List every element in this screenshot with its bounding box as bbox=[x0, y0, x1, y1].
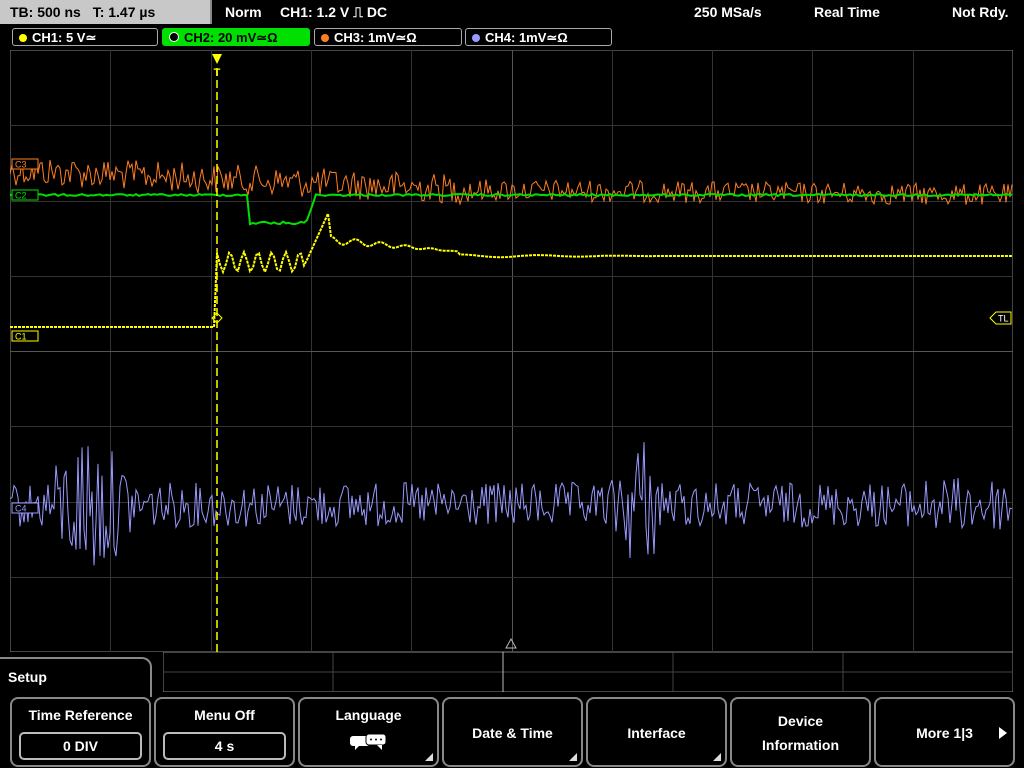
trigger-marker-label: T bbox=[214, 67, 221, 79]
device-information-label-1: Device bbox=[777, 713, 824, 729]
channel-4-dot-icon bbox=[472, 34, 480, 42]
timebase-box[interactable]: TB: 500 ns T: 1.47 µs bbox=[0, 0, 212, 24]
channel-2-offset-marker[interactable]: C2 bbox=[11, 189, 39, 201]
waveform-display[interactable]: T C3 C2 C1 C4 TL bbox=[10, 50, 1013, 652]
date-time-label: Date & Time bbox=[472, 725, 553, 741]
submenu-indicator-icon bbox=[569, 753, 577, 761]
status-bar: TB: 500 ns T: 1.47 µs Norm CH1: 1.2 V ⎍ … bbox=[0, 0, 1024, 24]
channel-3-tab[interactable]: CH3: 1mV≃Ω bbox=[314, 28, 462, 46]
speech-bubbles-icon bbox=[350, 733, 387, 750]
timebase-label: TB: 500 ns bbox=[10, 4, 81, 20]
time-reference-value: 0 DIV bbox=[19, 732, 142, 760]
interface-softkey[interactable]: Interface bbox=[586, 697, 727, 767]
menu-off-value: 4 s bbox=[163, 732, 286, 760]
next-page-arrow-icon bbox=[999, 727, 1007, 739]
menu-off-softkey[interactable]: Menu Off 4 s bbox=[154, 697, 295, 767]
svg-text:C1: C1 bbox=[15, 332, 27, 342]
acquisition-mode-label: Real Time bbox=[814, 4, 880, 20]
lower-grid-area bbox=[163, 652, 1013, 692]
channel-1-dot-icon bbox=[19, 34, 27, 42]
channel-4-tab[interactable]: CH4: 1mV≃Ω bbox=[465, 28, 612, 46]
submenu-indicator-icon bbox=[713, 753, 721, 761]
channel-1-label: CH1: 5 V≃ bbox=[32, 30, 97, 45]
menu-title: Setup bbox=[8, 669, 47, 685]
svg-text:C4: C4 bbox=[15, 504, 27, 514]
channel-1-tab[interactable]: CH1: 5 V≃ bbox=[12, 28, 158, 46]
channel-3-dot-icon bbox=[321, 34, 329, 42]
channel-bar: CH1: 5 V≃ CH2: 20 mV≃Ω CH3: 1mV≃Ω CH4: 1… bbox=[0, 26, 1024, 48]
trigger-time-label: T: 1.47 µs bbox=[92, 4, 156, 20]
trigger-source-label: CH1: 1.2 V ⎍ DC bbox=[280, 4, 388, 20]
interface-label: Interface bbox=[627, 725, 686, 741]
svg-text:C3: C3 bbox=[15, 160, 27, 170]
channel-3-label: CH3: 1mV≃Ω bbox=[334, 30, 417, 45]
device-information-label-2: Information bbox=[762, 737, 839, 753]
device-information-softkey[interactable]: Device Information bbox=[730, 697, 871, 767]
language-label: Language bbox=[335, 707, 402, 723]
run-status-label: Not Rdy. bbox=[952, 4, 1009, 20]
submenu-indicator-icon bbox=[425, 753, 433, 761]
menu-off-label: Menu Off bbox=[194, 707, 255, 723]
channel-2-dot-icon bbox=[169, 32, 179, 42]
channel-4-offset-marker[interactable]: C4 bbox=[11, 502, 39, 514]
channel-2-label: CH2: 20 mV≃Ω bbox=[184, 30, 278, 45]
more-softkey[interactable]: More 1|3 bbox=[874, 697, 1015, 767]
date-time-softkey[interactable]: Date & Time bbox=[442, 697, 583, 767]
trigger-mode-label: Norm bbox=[225, 4, 262, 20]
channel-1-offset-marker[interactable]: C1 bbox=[11, 330, 39, 342]
sample-rate-label: 250 MSa/s bbox=[694, 4, 762, 20]
svg-text:TL: TL bbox=[998, 314, 1009, 324]
more-label: More 1|3 bbox=[916, 725, 973, 741]
channel-4-label: CH4: 1mV≃Ω bbox=[485, 30, 568, 45]
time-reference-label: Time Reference bbox=[28, 707, 133, 723]
menu-title-tab: Setup bbox=[0, 657, 152, 697]
channel-3-offset-marker[interactable]: C3 bbox=[11, 158, 39, 170]
time-reference-softkey[interactable]: Time Reference 0 DIV bbox=[10, 697, 151, 767]
svg-text:C2: C2 bbox=[15, 191, 27, 201]
language-softkey[interactable]: Language bbox=[298, 697, 439, 767]
channel-2-tab[interactable]: CH2: 20 mV≃Ω bbox=[162, 28, 310, 46]
